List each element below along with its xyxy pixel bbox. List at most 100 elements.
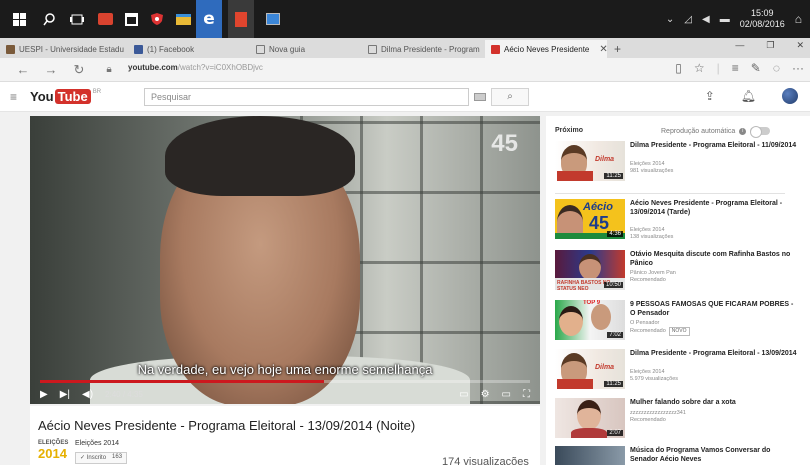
info-icon[interactable]: i	[739, 127, 747, 135]
more-icon[interactable]: ···	[792, 61, 804, 75]
web-note-icon[interactable]: ✎	[751, 61, 761, 75]
mail-icon[interactable]	[94, 8, 116, 30]
video-thumbnail[interactable]: RAFINHA BASTOS NO STATUS NEO 10:50	[555, 250, 625, 290]
browser-tab-strip: UESPI - Universidade Estadu (1) Facebook…	[0, 38, 810, 58]
video-thumbnail[interactable]	[555, 446, 625, 465]
shield-icon[interactable]	[146, 8, 168, 30]
youtube-favicon-icon	[491, 44, 500, 54]
pdf-icon[interactable]	[228, 0, 254, 38]
back-arrow-icon[interactable]: ←	[14, 61, 32, 79]
captions-icon[interactable]: ▭	[459, 389, 468, 400]
new-tab-button[interactable]: +	[608, 40, 626, 58]
app-icon[interactable]	[262, 8, 284, 30]
action-center-icon[interactable]: ⌂	[795, 12, 802, 26]
close-window-icon[interactable]: ✕	[796, 40, 804, 51]
video-player[interactable]: 45 Na verdade, eu vejo hoje uma enorme s…	[30, 116, 540, 404]
youtube-logo[interactable]: You Tube BR	[30, 89, 101, 104]
autoplay-control: Reprodução automática i	[661, 126, 771, 138]
bell-icon[interactable]: 🔔︎	[741, 89, 756, 103]
video-title[interactable]: Música do Programa Vamos Conversar do Se…	[630, 446, 800, 464]
favorite-star-icon[interactable]: ☆	[694, 61, 705, 75]
channel-bug: 45	[491, 130, 518, 157]
theater-mode-icon[interactable]: ▭	[502, 389, 511, 400]
next-label: Próximo	[555, 127, 584, 134]
search-button[interactable]: ⌕	[491, 88, 529, 106]
next-icon[interactable]: ▶|	[60, 389, 70, 400]
video-views: Recomendado	[630, 277, 666, 283]
recommended-video[interactable]: Aécio 45 4:36 Aécio Neves Presidente - P…	[555, 199, 800, 243]
notification-icon[interactable]: ▬	[720, 14, 730, 25]
video-thumbnail[interactable]: Aécio 45 4:36	[555, 199, 625, 239]
reading-view-icon[interactable]: ▯	[675, 61, 682, 75]
maximize-icon[interactable]: ❐	[766, 40, 774, 51]
subscribe-button[interactable]: ✓ Inscrito 163	[75, 452, 128, 464]
video-subtitle: Na verdade, eu vejo hoje uma enorme seme…	[137, 362, 433, 377]
refresh-icon[interactable]: ↻	[70, 61, 88, 79]
recommended-video[interactable]: Dilma 11:25 Dilma Presidente - Programa …	[555, 141, 800, 185]
autoplay-label: Reprodução automática	[661, 127, 736, 135]
tab-dilma[interactable]: Dilma Presidente - Program	[362, 40, 484, 58]
video-thumbnail[interactable]: TOP 9 7:02	[555, 300, 625, 340]
logo-country: BR	[92, 89, 102, 95]
tab-aecio[interactable]: Aécio Neves Presidente ✕	[485, 40, 607, 58]
new-tab-page-icon	[256, 44, 265, 54]
video-duration: 4:36	[607, 231, 623, 237]
video-thumbnail[interactable]: Dilma 11:25	[555, 141, 625, 181]
video-duration: 11:25	[604, 173, 623, 179]
task-view-icon[interactable]	[66, 8, 88, 30]
store-icon[interactable]	[120, 8, 142, 30]
video-title[interactable]: Mulher falando sobre dar a xota	[630, 398, 800, 407]
recommended-video[interactable]: Dilma 11:25 Dilma Presidente - Programa …	[555, 349, 800, 393]
autoplay-toggle[interactable]	[750, 126, 771, 138]
video-views: Recomendado	[630, 417, 666, 423]
hub-icon[interactable]: ≡	[732, 61, 739, 75]
channel-name[interactable]: Eleições 2014	[75, 440, 119, 447]
video-views: 981 visualizações	[630, 168, 674, 174]
file-explorer-icon[interactable]	[172, 8, 194, 30]
tab-uespi[interactable]: UESPI - Universidade Estadu	[0, 40, 128, 58]
upload-icon[interactable]: ⇪	[705, 89, 715, 103]
close-tab-icon[interactable]: ✕	[599, 44, 607, 55]
url-field[interactable]: youtube.com/watch?v=iC0XhOBDjvc	[128, 63, 263, 72]
video-thumbnail[interactable]: Dilma 11:25	[555, 349, 625, 389]
facebook-favicon-icon	[134, 44, 143, 54]
chevron-up-icon[interactable]: ⌄	[666, 14, 674, 25]
video-title[interactable]: Aécio Neves Presidente - Programa Eleito…	[630, 199, 800, 217]
tab-facebook[interactable]: (1) Facebook	[128, 40, 250, 58]
share-icon[interactable]: ◌	[773, 61, 780, 75]
network-icon[interactable]: ◿	[684, 14, 692, 25]
progress-bar[interactable]	[40, 380, 530, 383]
search-input[interactable]: Pesquisar	[144, 88, 469, 106]
avatar[interactable]	[782, 88, 798, 104]
video-thumbnail[interactable]: 2:07	[555, 398, 625, 438]
channel-logo[interactable]: ELEIÇÕES 2014	[38, 440, 68, 465]
windows-start-icon[interactable]	[8, 8, 30, 30]
settings-gear-icon[interactable]: ⚙	[481, 389, 490, 400]
video-views-text: Recomendado	[630, 328, 666, 334]
menu-icon[interactable]: ≡	[10, 90, 17, 104]
time-display: 2:40 / 4:35	[105, 389, 143, 399]
edge-icon[interactable]: e	[196, 0, 222, 38]
video-duration: 2:07	[607, 430, 623, 436]
recommended-video[interactable]: Música do Programa Vamos Conversar do Se…	[555, 446, 800, 465]
tab-new[interactable]: Nova guia	[250, 40, 362, 58]
volume-icon[interactable]: ◀)	[82, 389, 93, 400]
search-icon[interactable]	[38, 8, 60, 30]
new-badge: NOVO	[668, 327, 690, 336]
minimize-icon[interactable]: —	[735, 40, 744, 51]
video-views: 5.979 visualizações	[630, 376, 679, 382]
recommended-video[interactable]: TOP 9 7:02 9 PESSOAS FAMOSAS QUE FICARAM…	[555, 300, 800, 344]
forward-arrow-icon[interactable]: →	[42, 61, 60, 79]
fullscreen-icon[interactable]: ⛶	[523, 389, 530, 400]
video-duration: 10:50	[603, 282, 623, 288]
volume-icon[interactable]: ◀	[702, 14, 710, 25]
video-title[interactable]: 9 PESSOAS FAMOSAS QUE FICARAM POBRES - O…	[630, 300, 800, 318]
video-title[interactable]: Otávio Mesquita discute com Rafinha Bast…	[630, 250, 800, 268]
video-title[interactable]: Dilma Presidente - Programa Eleitoral - …	[630, 349, 800, 358]
recommended-video[interactable]: RAFINHA BASTOS NO STATUS NEO 10:50 Otávio…	[555, 250, 800, 294]
keyboard-icon[interactable]	[474, 93, 486, 101]
system-clock[interactable]: 15:09 02/08/2016	[740, 8, 785, 30]
play-icon[interactable]: ▶	[40, 389, 48, 400]
recommended-video[interactable]: 2:07 Mulher falando sobre dar a xota zzz…	[555, 398, 800, 442]
video-title[interactable]: Dilma Presidente - Programa Eleitoral - …	[630, 141, 800, 150]
